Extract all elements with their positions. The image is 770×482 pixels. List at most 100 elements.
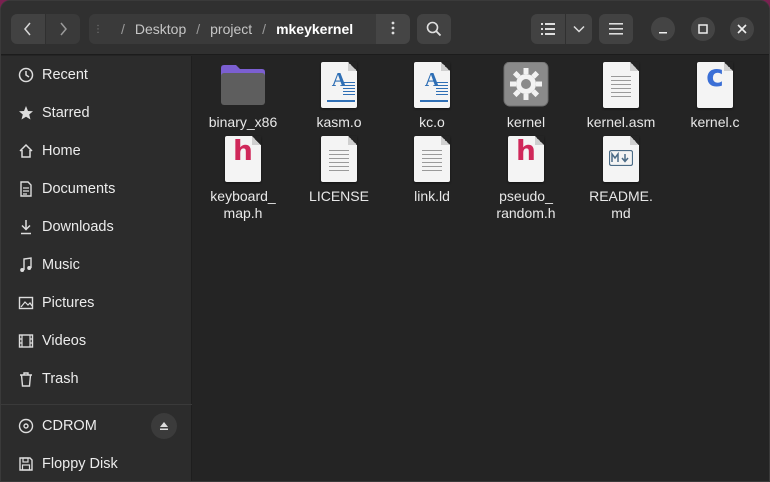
- path-separator: /: [262, 21, 267, 37]
- hamburger-icon: [609, 23, 623, 35]
- sidebar-item-floppy-disk[interactable]: Floppy Disk: [1, 445, 192, 481]
- file-name: kernel.c: [690, 114, 740, 130]
- star-icon: [17, 104, 35, 122]
- minimize-button[interactable]: [651, 17, 675, 41]
- music-icon: [17, 256, 35, 274]
- sidebar-item-downloads[interactable]: Downloads: [1, 208, 192, 246]
- sidebar-item-trash[interactable]: Trash: [1, 360, 192, 398]
- sidebar-item-label: Videos: [42, 333, 87, 349]
- back-button[interactable]: [11, 14, 45, 44]
- markdown-icon: [597, 136, 645, 184]
- list-view-button[interactable]: [531, 14, 565, 44]
- file-name: README.: [589, 188, 653, 204]
- sidebar-item-label: Documents: [42, 181, 116, 197]
- file-item[interactable]: LICENSE: [289, 136, 389, 205]
- sidebar-item-recent[interactable]: Recent: [1, 56, 192, 94]
- sidebar-item-music[interactable]: Music: [1, 246, 192, 284]
- path-segment-current[interactable]: mkeykernel: [276, 21, 353, 37]
- file-item[interactable]: h keyboard_ map.h: [193, 136, 293, 222]
- sidebar-item-videos[interactable]: Videos: [1, 322, 192, 360]
- file-name-line2: map.h: [223, 205, 263, 221]
- file-manager-window: ⋮ / Desktop / project / mkeykernel Recen…: [0, 0, 770, 482]
- sidebar-item-home[interactable]: Home: [1, 132, 192, 170]
- search-button[interactable]: [417, 14, 451, 44]
- c-header-icon: h: [502, 136, 550, 184]
- text-file-icon: [597, 62, 645, 110]
- file-item[interactable]: c kernel.c: [665, 62, 765, 131]
- file-name: kernel: [506, 114, 546, 130]
- sidebar-item-label: CDROM: [42, 418, 97, 434]
- chevron-right-icon: [57, 22, 69, 36]
- file-item[interactable]: link.ld: [382, 136, 482, 205]
- c-header-icon: h: [219, 136, 267, 184]
- video-icon: [17, 332, 35, 350]
- eject-icon: [159, 418, 169, 434]
- file-name: kc.o: [419, 114, 445, 130]
- sidebar-divider: [1, 404, 192, 405]
- path-separator: /: [121, 21, 125, 37]
- chevron-left-icon: [22, 22, 34, 36]
- maximize-icon: [698, 21, 708, 37]
- text-file-icon: [408, 136, 456, 184]
- vertical-dots-icon: [391, 21, 395, 38]
- path-menu-button[interactable]: [376, 14, 410, 44]
- sidebar-item-label: Music: [42, 257, 80, 273]
- sidebar: Recent Starred Home Documents Downloads: [1, 56, 192, 481]
- file-item[interactable]: binary_x86: [193, 62, 293, 131]
- path-segment-desktop[interactable]: Desktop: [135, 21, 186, 37]
- text-file-icon: [315, 136, 363, 184]
- eject-button[interactable]: [151, 413, 177, 439]
- home-icon: [17, 142, 35, 160]
- file-name: keyboard_: [210, 188, 276, 204]
- file-item[interactable]: README. md: [571, 136, 671, 222]
- download-icon: [17, 218, 35, 236]
- file-item[interactable]: h pseudo_ random.h: [476, 136, 576, 222]
- file-name-line2: random.h: [496, 205, 556, 221]
- file-name: LICENSE: [309, 188, 369, 204]
- sidebar-item-label: Downloads: [42, 219, 114, 235]
- executable-gear-icon: [502, 61, 550, 110]
- object-file-icon: A: [408, 62, 456, 110]
- sidebar-item-label: Pictures: [42, 295, 95, 311]
- c-source-icon: c: [691, 62, 739, 110]
- file-item[interactable]: kernel.asm: [571, 62, 671, 131]
- main-menu-button[interactable]: [599, 14, 633, 44]
- disc-icon: [17, 417, 35, 435]
- view-options-dropdown[interactable]: [566, 14, 592, 44]
- sidebar-item-pictures[interactable]: Pictures: [1, 284, 192, 322]
- file-item[interactable]: kernel: [476, 61, 576, 131]
- file-name: link.ld: [414, 188, 450, 204]
- sidebar-item-label: Floppy Disk: [42, 456, 118, 472]
- forward-button[interactable]: [46, 14, 80, 44]
- list-view-icon: [541, 23, 555, 35]
- object-file-icon: A: [315, 62, 363, 110]
- file-name: pseudo_: [499, 188, 553, 204]
- file-item[interactable]: A kasm.o: [289, 62, 389, 131]
- file-item[interactable]: A kc.o: [382, 62, 482, 131]
- file-name: kernel.asm: [586, 114, 656, 130]
- search-icon: [426, 21, 442, 37]
- sidebar-item-documents[interactable]: Documents: [1, 170, 192, 208]
- path-overflow-icon[interactable]: ⋮: [93, 24, 103, 35]
- maximize-button[interactable]: [691, 17, 715, 41]
- trash-icon: [17, 370, 35, 388]
- file-name: binary_x86: [208, 114, 278, 130]
- chevron-down-icon: [573, 25, 585, 33]
- picture-icon: [17, 294, 35, 312]
- document-icon: [17, 180, 35, 198]
- close-button[interactable]: [730, 17, 754, 41]
- clock-icon: [17, 66, 35, 84]
- path-bar: ⋮ / Desktop / project / mkeykernel: [89, 14, 410, 44]
- path-segment-project[interactable]: project: [210, 21, 252, 37]
- sidebar-item-label: Trash: [42, 371, 79, 387]
- close-icon: [737, 21, 747, 37]
- sidebar-item-label: Recent: [42, 67, 88, 83]
- sidebar-item-starred[interactable]: Starred: [1, 94, 192, 132]
- header-bar: ⋮ / Desktop / project / mkeykernel: [1, 1, 769, 55]
- floppy-icon: [17, 455, 35, 473]
- minimize-icon: [658, 21, 668, 37]
- sidebar-item-label: Starred: [42, 105, 90, 121]
- file-name: kasm.o: [316, 114, 362, 130]
- path-separator: /: [196, 21, 201, 37]
- folder-icon: [219, 62, 267, 110]
